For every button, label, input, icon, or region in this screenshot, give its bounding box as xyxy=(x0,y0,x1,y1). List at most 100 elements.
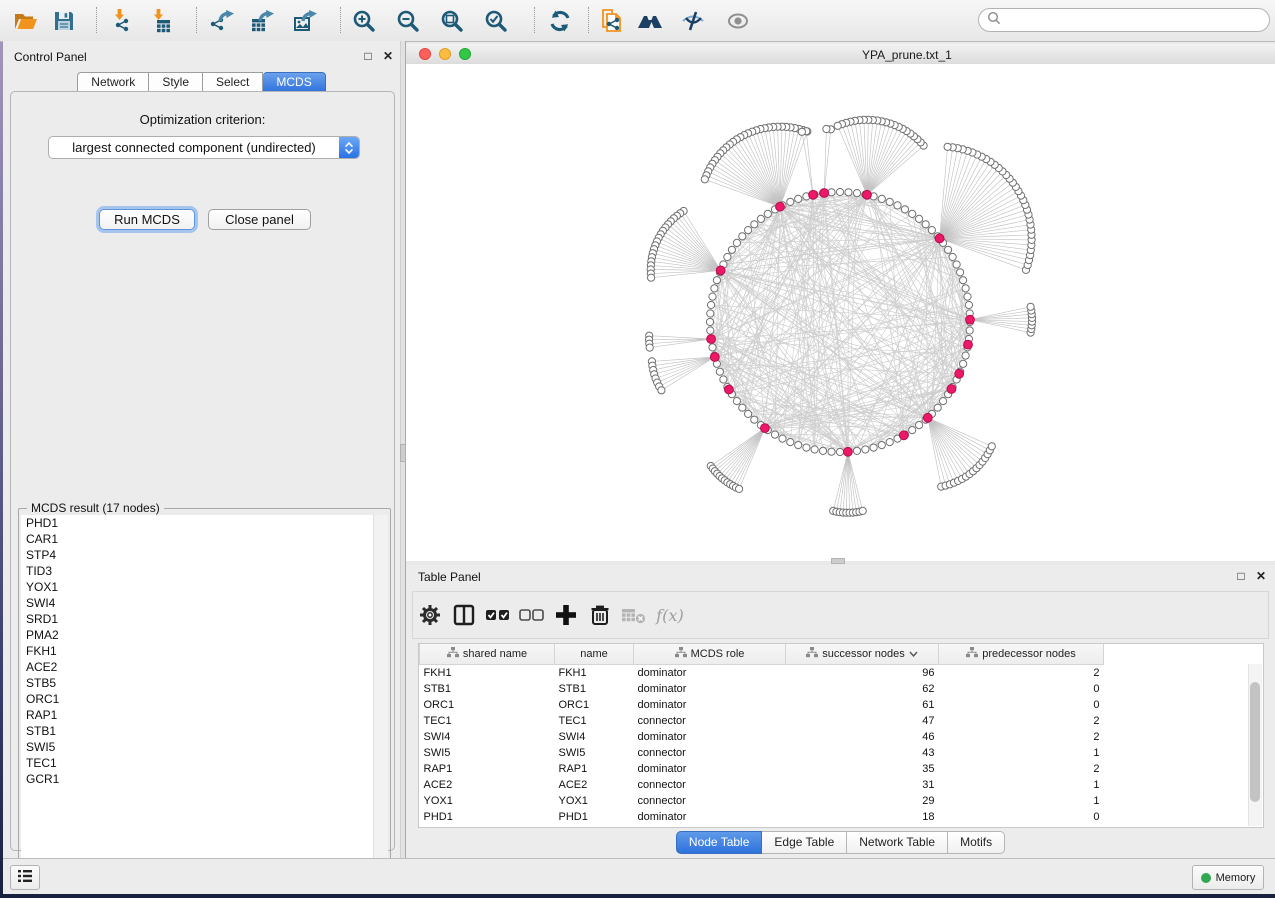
table-row[interactable]: YOX1YOX1connector291 xyxy=(420,793,1104,809)
table-row[interactable]: FKH1FKH1dominator962 xyxy=(420,665,1104,682)
mcds-result-item[interactable]: STP4 xyxy=(21,547,373,563)
zoom-in-icon[interactable] xyxy=(350,7,378,35)
bottom-tab-motifs[interactable]: Motifs xyxy=(948,831,1005,854)
mcds-result-item[interactable]: CAR1 xyxy=(21,531,373,547)
deselect-all-icon[interactable] xyxy=(515,600,549,630)
table-header-row: shared namenameMCDS rolesuccessor nodesp… xyxy=(420,644,1104,665)
zoom-fit-icon[interactable] xyxy=(438,7,466,35)
cell-shared-name: FKH1 xyxy=(420,665,555,682)
table-row[interactable]: ACE2ACE2connector311 xyxy=(420,777,1104,793)
network-window-title: YPA_prune.txt_1 xyxy=(862,48,952,62)
network-view-canvas[interactable] xyxy=(406,64,1275,561)
tab-style[interactable]: Style xyxy=(149,72,203,93)
mcds-result-item[interactable]: ACE2 xyxy=(21,659,373,675)
cell-name: FKH1 xyxy=(555,665,634,682)
zoom-out-icon[interactable] xyxy=(394,7,422,35)
main-toolbar xyxy=(0,0,1275,42)
zoom-selected-icon[interactable] xyxy=(482,7,510,35)
table-row[interactable]: ORC1ORC1dominator610 xyxy=(420,697,1104,713)
mcds-result-item[interactable]: STB1 xyxy=(21,723,373,739)
show-all-icon[interactable] xyxy=(724,7,752,35)
cell-successor-nodes: 47 xyxy=(786,713,939,729)
cell-successor-nodes: 29 xyxy=(786,793,939,809)
search-input[interactable] xyxy=(1001,12,1269,28)
horizontal-splitter-handle[interactable] xyxy=(831,558,845,564)
export-network-icon[interactable] xyxy=(208,7,236,35)
float-table-panel-icon[interactable]: □ xyxy=(1234,569,1248,583)
tab-select[interactable]: Select xyxy=(203,72,263,93)
bottom-tab-network-table[interactable]: Network Table xyxy=(847,831,948,854)
mcds-result-item[interactable]: SWI5 xyxy=(21,739,373,755)
first-neighbors-icon[interactable] xyxy=(636,7,664,35)
column-header-shared-name[interactable]: shared name xyxy=(420,644,555,665)
mcds-result-item[interactable]: RAP1 xyxy=(21,707,373,723)
export-image-icon[interactable] xyxy=(291,7,319,35)
close-panel-button[interactable]: Close panel xyxy=(208,209,311,230)
show-columns-icon[interactable] xyxy=(447,600,481,630)
export-table-icon[interactable] xyxy=(248,7,276,35)
apply-layout-icon[interactable] xyxy=(546,7,574,35)
mcds-result-item[interactable]: TEC1 xyxy=(21,755,373,771)
network-graph[interactable] xyxy=(406,64,1275,561)
mcds-result-item[interactable]: PHD1 xyxy=(21,515,373,531)
mcds-result-item[interactable]: SRD1 xyxy=(21,611,373,627)
mcds-result-item[interactable]: TID3 xyxy=(21,563,373,579)
select-all-icon[interactable] xyxy=(481,600,515,630)
table-row[interactable]: PHD1PHD1dominator180 xyxy=(420,809,1104,825)
mcds-result-item[interactable]: FKH1 xyxy=(21,643,373,659)
new-network-from-selection-icon[interactable] xyxy=(598,7,626,35)
float-panel-icon[interactable]: □ xyxy=(361,49,375,63)
node-table[interactable]: shared namenameMCDS rolesuccessor nodesp… xyxy=(418,643,1264,828)
table-row[interactable]: SWI5SWI5connector431 xyxy=(420,745,1104,761)
criterion-dropdown[interactable]: largest connected component (undirected) xyxy=(48,136,360,159)
table-row[interactable]: SWI4SWI4dominator462 xyxy=(420,729,1104,745)
search-box[interactable] xyxy=(978,8,1270,32)
mcds-result-item[interactable]: ORC1 xyxy=(21,691,373,707)
bottom-tab-edge-table[interactable]: Edge Table xyxy=(762,831,847,854)
open-file-icon[interactable] xyxy=(12,7,40,35)
delete-column-icon[interactable] xyxy=(583,600,617,630)
minimize-window-traffic-light[interactable] xyxy=(439,48,451,60)
table-scrollbar-thumb[interactable] xyxy=(1250,682,1260,802)
panels-menu-button[interactable] xyxy=(10,865,40,890)
tab-mcds[interactable]: MCDS xyxy=(263,72,325,93)
table-scrollbar[interactable] xyxy=(1248,664,1262,826)
control-panel: Control Panel □ ✕ NetworkStyleSelectMCDS… xyxy=(3,41,400,858)
status-bar: Memory xyxy=(3,858,1275,894)
import-network-icon[interactable] xyxy=(110,7,138,35)
column-header-predecessor-nodes[interactable]: predecessor nodes xyxy=(939,644,1104,665)
tab-network[interactable]: Network xyxy=(77,72,149,93)
table-panel-title: Table Panel xyxy=(418,570,481,584)
close-window-traffic-light[interactable] xyxy=(419,48,431,60)
save-session-icon[interactable] xyxy=(50,7,78,35)
mcds-result-item[interactable]: YOX1 xyxy=(21,579,373,595)
mcds-result-item[interactable]: GCR1 xyxy=(21,771,373,787)
run-mcds-button[interactable]: Run MCDS xyxy=(99,209,195,230)
network-window-titlebar[interactable] xyxy=(406,44,1275,65)
cell-shared-name: SWI5 xyxy=(420,745,555,761)
table-row[interactable]: STB1STB1dominator620 xyxy=(420,681,1104,697)
cell-predecessor-nodes: 1 xyxy=(939,777,1104,793)
table-row[interactable]: TEC1TEC1connector472 xyxy=(420,713,1104,729)
control-panel-title: Control Panel xyxy=(14,50,87,64)
table-row[interactable]: RAP1RAP1dominator352 xyxy=(420,761,1104,777)
close-panel-icon[interactable]: ✕ xyxy=(381,49,395,63)
cell-name: ACE2 xyxy=(555,777,634,793)
table-gear-icon[interactable] xyxy=(413,600,447,630)
hide-selection-icon[interactable] xyxy=(679,7,707,35)
mcds-result-item[interactable]: SWI4 xyxy=(21,595,373,611)
mcds-result-scrollbar[interactable] xyxy=(374,515,388,879)
import-table-icon[interactable] xyxy=(149,7,177,35)
leaf-nodes[interactable] xyxy=(646,116,1036,516)
mcds-result-list[interactable]: PHD1CAR1STP4TID3YOX1SWI4SRD1PMA2FKH1ACE2… xyxy=(21,515,374,879)
bottom-tab-node-table[interactable]: Node Table xyxy=(676,831,763,854)
column-header-successor-nodes[interactable]: successor nodes xyxy=(786,644,939,665)
close-table-panel-icon[interactable]: ✕ xyxy=(1254,569,1268,583)
mcds-result-item[interactable]: PMA2 xyxy=(21,627,373,643)
add-column-icon[interactable] xyxy=(549,600,583,630)
zoom-window-traffic-light[interactable] xyxy=(459,48,471,60)
column-header-MCDS-role[interactable]: MCDS role xyxy=(634,644,786,665)
memory-button[interactable]: Memory xyxy=(1192,865,1264,890)
column-header-name[interactable]: name xyxy=(555,644,634,665)
mcds-result-item[interactable]: STB5 xyxy=(21,675,373,691)
